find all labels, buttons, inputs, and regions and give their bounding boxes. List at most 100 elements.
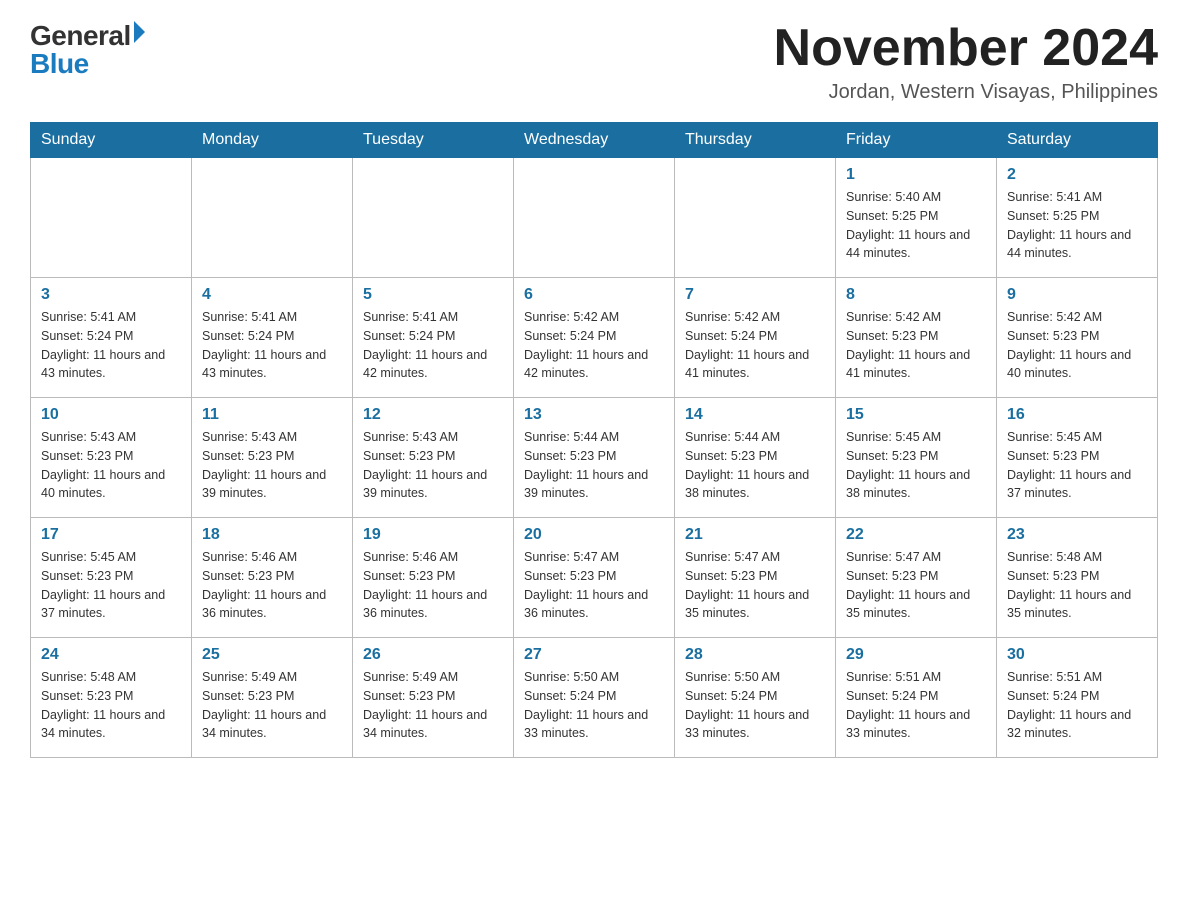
- col-wednesday: Wednesday: [514, 123, 675, 158]
- calendar-cell: 2 Sunrise: 5:41 AM Sunset: 5:25 PM Daylig…: [997, 158, 1158, 278]
- day-info: Sunrise: 5:45 AM Sunset: 5:23 PM Dayligh…: [41, 548, 181, 623]
- calendar-cell: 26Sunrise: 5:49 AM Sunset: 5:23 PM Dayli…: [353, 638, 514, 758]
- day-info: Sunrise: 5:49 AM Sunset: 5:23 PM Dayligh…: [363, 668, 503, 743]
- day-number: 19: [363, 526, 503, 544]
- day-number: 21: [685, 526, 825, 544]
- day-number: 22: [846, 526, 986, 544]
- calendar-table: Sunday Monday Tuesday Wednesday Thursday…: [30, 122, 1158, 758]
- day-number: 7: [685, 286, 825, 304]
- calendar-cell: 30 Sunrise: 5:51 AM Sunset: 5:24 PM Dayli…: [997, 638, 1158, 758]
- day-info: Sunrise: 5:49 AM Sunset: 5:23 PM Dayligh…: [202, 668, 342, 743]
- day-number: 1: [846, 166, 986, 184]
- day-number: 13: [524, 406, 664, 424]
- day-number: 28: [685, 646, 825, 664]
- day-info: Sunrise: 5:46 AM Sunset: 5:23 PM Dayligh…: [202, 548, 342, 623]
- calendar-cell: 8 Sunrise: 5:42 AM Sunset: 5:23 PM Daylig…: [836, 278, 997, 398]
- day-number: 17: [41, 526, 181, 544]
- day-number: 8: [846, 286, 986, 304]
- col-monday: Monday: [192, 123, 353, 158]
- day-number: 15: [846, 406, 986, 424]
- day-number: 16: [1007, 406, 1147, 424]
- week-row-2: 3 Sunrise: 5:41 AM Sunset: 5:24 PM Daylig…: [31, 278, 1158, 398]
- day-number: 29: [846, 646, 986, 664]
- day-number: 14: [685, 406, 825, 424]
- calendar-cell: 1 Sunrise: 5:40 AM Sunset: 5:25 PM Daylig…: [836, 158, 997, 278]
- calendar-cell: 25 Sunrise: 5:49 AM Sunset: 5:23 PM Dayli…: [192, 638, 353, 758]
- header: General Blue November 2024 Jordan, Weste…: [30, 20, 1158, 104]
- calendar-cell: 15 Sunrise: 5:45 AM Sunset: 5:23 PM Dayli…: [836, 398, 997, 518]
- day-info: Sunrise: 5:43 AM Sunset: 5:23 PM Dayligh…: [202, 428, 342, 503]
- day-info: Sunrise: 5:41 AM Sunset: 5:25 PM Dayligh…: [1007, 188, 1147, 263]
- calendar-title: November 2024: [774, 20, 1158, 77]
- calendar-cell: [192, 158, 353, 278]
- col-thursday: Thursday: [675, 123, 836, 158]
- calendar-cell: 5Sunrise: 5:41 AM Sunset: 5:24 PM Daylig…: [353, 278, 514, 398]
- calendar-cell: 11 Sunrise: 5:43 AM Sunset: 5:23 PM Dayli…: [192, 398, 353, 518]
- day-info: Sunrise: 5:48 AM Sunset: 5:23 PM Dayligh…: [1007, 548, 1147, 623]
- day-info: Sunrise: 5:44 AM Sunset: 5:23 PM Dayligh…: [685, 428, 825, 503]
- day-info: Sunrise: 5:42 AM Sunset: 5:24 PM Dayligh…: [524, 308, 664, 383]
- calendar-cell: 3Sunrise: 5:41 AM Sunset: 5:24 PM Daylig…: [31, 278, 192, 398]
- logo-blue-text: Blue: [30, 48, 89, 80]
- day-number: 3: [41, 286, 181, 304]
- week-row-5: 24 Sunrise: 5:48 AM Sunset: 5:23 PM Dayli…: [31, 638, 1158, 758]
- day-info: Sunrise: 5:51 AM Sunset: 5:24 PM Dayligh…: [846, 668, 986, 743]
- day-number: 24: [41, 646, 181, 664]
- day-info: Sunrise: 5:46 AM Sunset: 5:23 PM Dayligh…: [363, 548, 503, 623]
- calendar-cell: 27Sunrise: 5:50 AM Sunset: 5:24 PM Dayli…: [514, 638, 675, 758]
- calendar-cell: [31, 158, 192, 278]
- day-number: 6: [524, 286, 664, 304]
- day-info: Sunrise: 5:47 AM Sunset: 5:23 PM Dayligh…: [685, 548, 825, 623]
- week-row-3: 10 Sunrise: 5:43 AM Sunset: 5:23 PM Dayli…: [31, 398, 1158, 518]
- day-number: 2: [1007, 166, 1147, 184]
- day-number: 12: [363, 406, 503, 424]
- calendar-cell: 10Sunrise: 5:43 AM Sunset: 5:23 PM Dayli…: [31, 398, 192, 518]
- calendar-cell: 20 Sunrise: 5:47 AM Sunset: 5:23 PM Dayli…: [514, 518, 675, 638]
- day-number: 30: [1007, 646, 1147, 664]
- day-info: Sunrise: 5:45 AM Sunset: 5:23 PM Dayligh…: [1007, 428, 1147, 503]
- day-info: Sunrise: 5:41 AM Sunset: 5:24 PM Dayligh…: [363, 308, 503, 383]
- calendar-cell: 23 Sunrise: 5:48 AM Sunset: 5:23 PM Dayli…: [997, 518, 1158, 638]
- calendar-cell: 4Sunrise: 5:41 AM Sunset: 5:24 PM Daylig…: [192, 278, 353, 398]
- day-info: Sunrise: 5:42 AM Sunset: 5:24 PM Dayligh…: [685, 308, 825, 383]
- day-number: 25: [202, 646, 342, 664]
- calendar-cell: 29 Sunrise: 5:51 AM Sunset: 5:24 PM Dayli…: [836, 638, 997, 758]
- day-number: 11: [202, 406, 342, 424]
- day-number: 20: [524, 526, 664, 544]
- col-sunday: Sunday: [31, 123, 192, 158]
- calendar-cell: 18 Sunrise: 5:46 AM Sunset: 5:23 PM Dayli…: [192, 518, 353, 638]
- day-number: 9: [1007, 286, 1147, 304]
- day-number: 10: [41, 406, 181, 424]
- calendar-cell: 12 Sunrise: 5:43 AM Sunset: 5:23 PM Dayli…: [353, 398, 514, 518]
- day-info: Sunrise: 5:48 AM Sunset: 5:23 PM Dayligh…: [41, 668, 181, 743]
- day-info: Sunrise: 5:47 AM Sunset: 5:23 PM Dayligh…: [846, 548, 986, 623]
- day-info: Sunrise: 5:43 AM Sunset: 5:23 PM Dayligh…: [363, 428, 503, 503]
- day-info: Sunrise: 5:42 AM Sunset: 5:23 PM Dayligh…: [1007, 308, 1147, 383]
- day-info: Sunrise: 5:40 AM Sunset: 5:25 PM Dayligh…: [846, 188, 986, 263]
- day-info: Sunrise: 5:45 AM Sunset: 5:23 PM Dayligh…: [846, 428, 986, 503]
- day-info: Sunrise: 5:50 AM Sunset: 5:24 PM Dayligh…: [685, 668, 825, 743]
- day-info: Sunrise: 5:41 AM Sunset: 5:24 PM Dayligh…: [202, 308, 342, 383]
- calendar-cell: [353, 158, 514, 278]
- day-number: 18: [202, 526, 342, 544]
- calendar-cell: [675, 158, 836, 278]
- day-info: Sunrise: 5:51 AM Sunset: 5:24 PM Dayligh…: [1007, 668, 1147, 743]
- day-info: Sunrise: 5:42 AM Sunset: 5:23 PM Dayligh…: [846, 308, 986, 383]
- calendar-cell: 14 Sunrise: 5:44 AM Sunset: 5:23 PM Dayli…: [675, 398, 836, 518]
- col-friday: Friday: [836, 123, 997, 158]
- calendar-cell: 19 Sunrise: 5:46 AM Sunset: 5:23 PM Dayli…: [353, 518, 514, 638]
- logo: General Blue: [30, 20, 145, 80]
- calendar-cell: 22 Sunrise: 5:47 AM Sunset: 5:23 PM Dayli…: [836, 518, 997, 638]
- day-number: 23: [1007, 526, 1147, 544]
- calendar-cell: [514, 158, 675, 278]
- day-info: Sunrise: 5:44 AM Sunset: 5:23 PM Dayligh…: [524, 428, 664, 503]
- calendar-cell: 9 Sunrise: 5:42 AM Sunset: 5:23 PM Daylig…: [997, 278, 1158, 398]
- calendar-cell: 6 Sunrise: 5:42 AM Sunset: 5:24 PM Daylig…: [514, 278, 675, 398]
- calendar-cell: 28 Sunrise: 5:50 AM Sunset: 5:24 PM Dayli…: [675, 638, 836, 758]
- col-tuesday: Tuesday: [353, 123, 514, 158]
- day-info: Sunrise: 5:47 AM Sunset: 5:23 PM Dayligh…: [524, 548, 664, 623]
- calendar-subtitle: Jordan, Western Visayas, Philippines: [774, 81, 1158, 104]
- calendar-cell: 21 Sunrise: 5:47 AM Sunset: 5:23 PM Dayli…: [675, 518, 836, 638]
- week-row-1: 1 Sunrise: 5:40 AM Sunset: 5:25 PM Daylig…: [31, 158, 1158, 278]
- day-info: Sunrise: 5:50 AM Sunset: 5:24 PM Dayligh…: [524, 668, 664, 743]
